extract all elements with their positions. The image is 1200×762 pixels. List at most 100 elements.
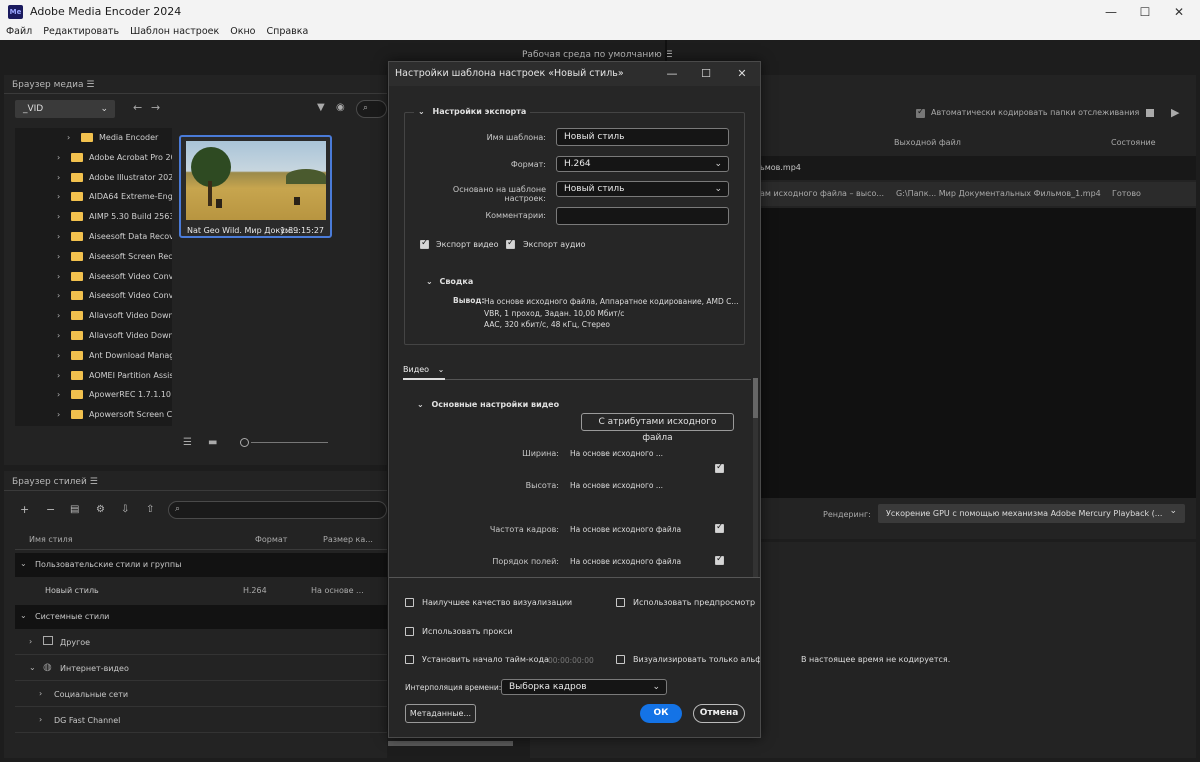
style-group-row[interactable]: › Другое: [15, 631, 387, 655]
icon-view-icon[interactable]: ▬: [208, 437, 217, 448]
menu-file[interactable]: Файл: [6, 24, 32, 40]
based-on-dropdown[interactable]: Новый стиль ⌄: [556, 181, 729, 197]
render-dropdown[interactable]: Ускорение GPU с помощью механизма Adobe …: [878, 504, 1185, 523]
interp-dropdown[interactable]: Выборка кадров ⌄: [501, 679, 667, 695]
stop-icon[interactable]: [1146, 109, 1154, 117]
set-timecode-checkbox[interactable]: [405, 655, 414, 664]
queue-row[interactable]: ьмов.mp4: [760, 156, 1196, 180]
menu-help[interactable]: Справка: [266, 24, 308, 40]
tree-item[interactable]: › Aiseesoft Video Conv: [15, 286, 172, 306]
tree-label: AIDA64 Extreme-Engi: [89, 192, 172, 202]
metadata-button[interactable]: Метаданные...: [405, 704, 476, 723]
zoom-slider-handle[interactable]: [240, 438, 249, 447]
menu-preset[interactable]: Шаблон настроек: [130, 24, 219, 40]
export-video-checkbox[interactable]: [420, 238, 429, 249]
menu-window[interactable]: Окно: [230, 24, 255, 40]
media-browser-header[interactable]: Браузер медиа ☰: [12, 80, 95, 90]
tree-item[interactable]: › Media Encoder: [15, 128, 172, 148]
queue-row[interactable]: ам исходного файла – высо... G:\Папк... …: [760, 182, 1196, 206]
cancel-button[interactable]: Отмена: [693, 704, 745, 723]
chevron-down-icon: ⌄: [426, 277, 433, 286]
col-size[interactable]: Размер ка...: [323, 535, 373, 544]
tree-item[interactable]: › Adobe Acrobat Pro 20: [15, 148, 172, 168]
tree-item[interactable]: › Adobe Illustrator 2024: [15, 168, 172, 188]
media-thumbnail[interactable]: Nat Geo Wild. Мир Докум... 1:39:15:27: [179, 135, 332, 238]
render-alpha-checkbox[interactable]: [616, 655, 625, 664]
match-size-checkbox[interactable]: [715, 462, 724, 473]
export-icon[interactable]: ⇧: [146, 504, 154, 515]
style-group-row[interactable]: ⌄ Пользовательские стили и группы: [15, 553, 387, 577]
interp-label: Интерполяция времени:: [405, 683, 502, 692]
col-status[interactable]: Состояние: [1111, 138, 1156, 147]
divider: [4, 93, 387, 94]
vertical-scrollbar-track[interactable]: [753, 378, 758, 578]
col-format[interactable]: Формат: [255, 535, 287, 544]
import-icon[interactable]: ⇩: [121, 504, 129, 515]
max-quality-checkbox[interactable]: [405, 598, 414, 607]
menu-edit[interactable]: Редактировать: [43, 24, 119, 40]
tree-item[interactable]: › AOMEI Partition Assis: [15, 366, 172, 386]
match-field-order-checkbox[interactable]: [715, 554, 724, 565]
zoom-slider-track[interactable]: [251, 442, 328, 443]
tree-item[interactable]: › Aiseesoft Video Conv: [15, 267, 172, 287]
dialog-close-button[interactable]: ✕: [729, 62, 755, 86]
checkbox[interactable]: [916, 107, 925, 118]
close-window-button[interactable]: ✕: [1164, 3, 1194, 21]
tree-item[interactable]: › Allavsoft Video Down: [15, 326, 172, 346]
chevron-down-icon: ⌄: [20, 559, 27, 568]
style-group-row[interactable]: ⌄ ◍ Интернет-видео: [15, 657, 387, 681]
back-icon[interactable]: ←: [133, 101, 142, 114]
maximize-button[interactable]: ☐: [1130, 3, 1160, 21]
dialog-maximize-button[interactable]: ☐: [693, 62, 719, 86]
style-group-row[interactable]: › DG Fast Channel: [15, 709, 387, 733]
export-settings-header[interactable]: ⌄ Настройки экспорта: [414, 107, 531, 116]
location-dropdown[interactable]: _VID ⌄: [15, 100, 115, 118]
search-input[interactable]: ⌕: [356, 100, 387, 118]
dialog-minimize-button[interactable]: —: [659, 62, 685, 86]
list-view-icon[interactable]: ☰: [183, 437, 192, 448]
tree-item[interactable]: › ApowerREC 1.7.1.10 Re: [15, 385, 172, 405]
remove-icon[interactable]: −: [46, 503, 55, 516]
chevron-right-icon: ›: [67, 133, 71, 142]
style-group-row[interactable]: ⌄ Системные стили: [15, 605, 387, 629]
use-proxy-checkbox[interactable]: [405, 627, 414, 636]
tree-item[interactable]: › Aiseesoft Data Recove: [15, 227, 172, 247]
style-group-row[interactable]: › Социальные сети: [15, 683, 387, 707]
minimize-button[interactable]: —: [1096, 3, 1126, 21]
workspace-label[interactable]: Рабочая среда по умолчанию ☰: [522, 50, 673, 60]
style-row[interactable]: Новый стиль H.264 На основе ...: [15, 579, 387, 603]
col-name[interactable]: Имя стиля: [29, 535, 73, 544]
filter-icon[interactable]: ▼: [317, 102, 325, 113]
preset-name-input[interactable]: Новый стиль: [556, 128, 729, 146]
format-dropdown[interactable]: H.264 ⌄: [556, 156, 729, 172]
match-source-button[interactable]: С атрибутами исходного файла: [581, 413, 734, 443]
comments-input[interactable]: [556, 207, 729, 225]
col-output[interactable]: Выходной файл: [894, 138, 961, 147]
tree-item[interactable]: › AIDA64 Extreme-Engi: [15, 187, 172, 207]
timecode-value[interactable]: 00:00:00:00: [548, 656, 594, 665]
horizontal-scrollbar[interactable]: [388, 741, 513, 746]
export-audio-checkbox[interactable]: [506, 238, 515, 249]
match-fps-checkbox[interactable]: [715, 522, 724, 533]
scrollbar-thumb[interactable]: [753, 378, 758, 418]
forward-icon[interactable]: →: [151, 101, 160, 114]
play-icon[interactable]: ▶: [1171, 106, 1179, 119]
use-preview-checkbox[interactable]: [616, 598, 625, 607]
tab-video[interactable]: Видео ⌄: [403, 365, 444, 374]
tree-item[interactable]: › Ant Download Manag: [15, 346, 172, 366]
tree-item[interactable]: › AIMP 5.30 Build 2563: [15, 207, 172, 227]
chevron-right-icon: ›: [57, 192, 61, 202]
eye-icon[interactable]: ◉: [336, 102, 345, 113]
tree-item[interactable]: › Apowersoft Screen Ca: [15, 405, 172, 425]
field-order-label: Порядок полей:: [492, 557, 559, 566]
ok-button[interactable]: ОК: [640, 704, 682, 723]
settings-icon[interactable]: ⚙: [96, 504, 105, 515]
style-search-input[interactable]: ⌕: [168, 501, 387, 519]
add-icon[interactable]: +: [20, 503, 29, 516]
style-browser-header[interactable]: Браузер стилей ☰: [12, 477, 98, 487]
basic-video-header[interactable]: ⌄ Основные настройки видео: [417, 400, 559, 409]
tree-item[interactable]: › Aiseesoft Screen Reco: [15, 247, 172, 267]
tree-item[interactable]: › Allavsoft Video Down: [15, 306, 172, 326]
summary-header[interactable]: ⌄ Сводка: [426, 277, 473, 286]
new-group-icon[interactable]: ▤: [70, 504, 79, 515]
